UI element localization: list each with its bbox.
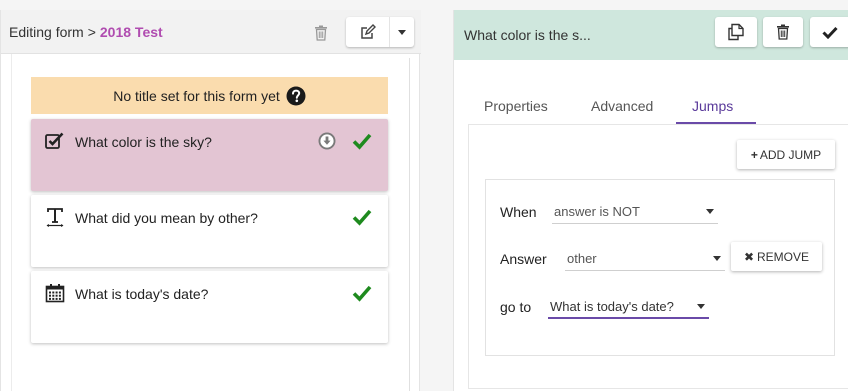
answer-value: other [567,251,597,266]
question-editor-panel: What color is the s... Properties Advanc… [453,10,848,391]
breadcrumb-prefix: Editing form [9,24,84,40]
answer-label: Answer [500,251,547,267]
tab-jumps[interactable]: Jumps [692,98,733,114]
question-title: What color is the s... [464,27,591,43]
edit-form-button[interactable] [346,17,390,47]
remove-label: REMOVE [757,249,810,264]
breadcrumb: Editing form >2018 Test [9,24,163,40]
duplicate-icon [728,23,744,41]
form-name: 2018 Test [99,24,163,40]
plus-icon: + [750,147,758,162]
question-card[interactable]: What color is the sky? [31,119,388,191]
add-jump-button[interactable]: + ADD JUMP [737,140,835,169]
no-title-banner[interactable]: No title set for this form yet [31,77,388,114]
help-icon[interactable] [286,86,306,106]
delete-form-button[interactable] [307,20,335,46]
target-question-select[interactable]: What is today's date? [548,293,709,319]
checkbox-icon [45,131,65,151]
question-label: What is today's date? [75,286,209,302]
edit-form-button-group [346,17,414,47]
when-label: When [500,204,537,220]
question-label: What did you mean by other? [75,210,258,226]
save-question-button[interactable] [810,17,848,47]
form-editor-header: Editing form >2018 Test [1,10,421,54]
edit-icon [360,24,376,39]
question-card[interactable]: What is today's date? [31,271,388,343]
tab-advanced[interactable]: Advanced [591,98,653,114]
scrollbar-track[interactable] [409,58,410,391]
question-tabs: Properties Advanced Jumps [454,60,848,126]
caret-down-icon [706,209,714,214]
breadcrumb-separator: > [87,24,96,40]
check-icon [352,285,372,302]
caret-down-icon [713,256,721,261]
edit-options-dropdown[interactable] [390,17,414,47]
goto-label: go to [500,299,532,315]
calendar-icon [45,283,65,303]
tab-properties[interactable]: Properties [484,98,548,114]
question-editor-header: What color is the s... [454,10,848,60]
question-card[interactable]: What did you mean by other? [31,195,388,267]
trash-icon [315,25,327,41]
check-icon [352,209,372,226]
condition-value: answer is NOT [554,204,640,219]
check-icon [822,26,838,39]
trash-icon [777,24,789,40]
question-label: What color is the sky? [75,134,212,150]
close-icon: ✖ [743,249,755,264]
jumps-panel: + ADD JUMP When answer is NOT Answer othe… [468,124,848,389]
target-question-value: What is today's date? [550,299,674,314]
caret-down-icon [697,304,705,309]
answer-select[interactable]: other [565,245,725,271]
caret-down-icon [398,29,406,35]
no-title-text: No title set for this form yet [113,87,280,104]
jump-rule: When answer is NOT Answer other ✖ REMOVE … [485,179,835,356]
duplicate-question-button[interactable] [715,17,757,47]
add-jump-label: ADD JUMP [759,147,822,162]
check-icon [352,133,372,150]
delete-question-button[interactable] [763,17,803,47]
text-field-icon [45,207,65,227]
condition-select[interactable]: answer is NOT [552,198,718,224]
remove-jump-button[interactable]: ✖ REMOVE [731,242,822,271]
download-icon[interactable] [318,132,336,150]
